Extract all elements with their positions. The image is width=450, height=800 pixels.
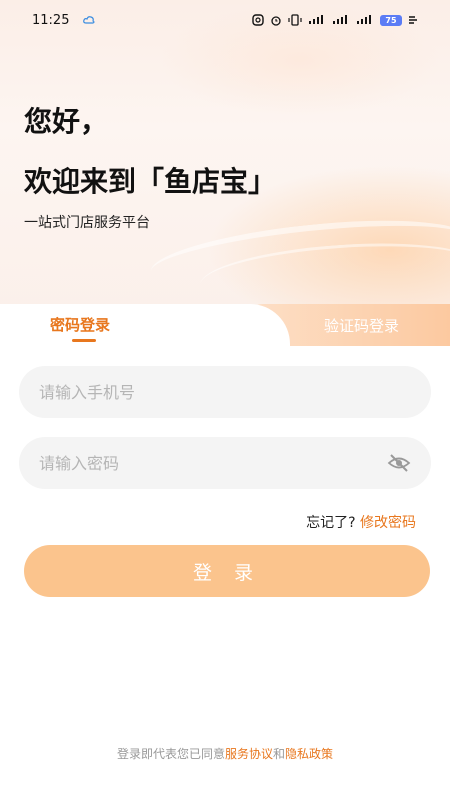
- cellular-signal-2-icon: [357, 15, 371, 24]
- login-button[interactable]: 登 录: [24, 545, 430, 597]
- phone-input[interactable]: [39, 382, 411, 402]
- eye-off-icon[interactable]: [387, 451, 411, 475]
- phone-field[interactable]: [19, 366, 431, 418]
- wifi-signal-icon: [309, 15, 323, 24]
- at-icon: [252, 14, 264, 26]
- greeting-heading: 您好，: [24, 105, 109, 138]
- battery-icon: 75: [380, 14, 402, 26]
- tab-password-login-label[interactable]: 密码登录: [50, 314, 110, 335]
- tab-code-login-label[interactable]: 验证码登录: [324, 315, 399, 336]
- forgot-text: 忘记了?: [306, 515, 356, 531]
- service-agreement-link[interactable]: 服务协议: [225, 747, 273, 761]
- active-tab-indicator: [72, 339, 96, 342]
- tab-password-login[interactable]: [0, 304, 290, 348]
- cloud-icon: [83, 16, 96, 24]
- login-tabs: 密码登录 验证码登录: [0, 304, 450, 348]
- welcome-heading: 欢迎来到「鱼店宝」: [24, 165, 277, 198]
- tagline: 一站式门店服务平台: [24, 215, 150, 231]
- agreement-and: 和: [273, 747, 286, 761]
- password-field[interactable]: [19, 437, 431, 489]
- agreement-prefix: 登录即代表您已同意: [116, 747, 225, 761]
- vibrate-icon: [288, 14, 302, 26]
- agreement-text: 登录即代表您已同意服务协议和隐私政策: [0, 745, 450, 762]
- cellular-signal-icon: [333, 15, 347, 24]
- reset-password-link[interactable]: 修改密码: [360, 515, 416, 531]
- forgot-password-row: 忘记了? 修改密码: [306, 512, 416, 532]
- status-time: 11:25: [32, 12, 70, 28]
- menu-dots-icon: [409, 16, 417, 24]
- privacy-policy-link[interactable]: 隐私政策: [285, 747, 333, 761]
- alarm-icon: [271, 16, 281, 26]
- status-bar: 11:25 75: [0, 0, 450, 40]
- password-input[interactable]: [39, 453, 379, 473]
